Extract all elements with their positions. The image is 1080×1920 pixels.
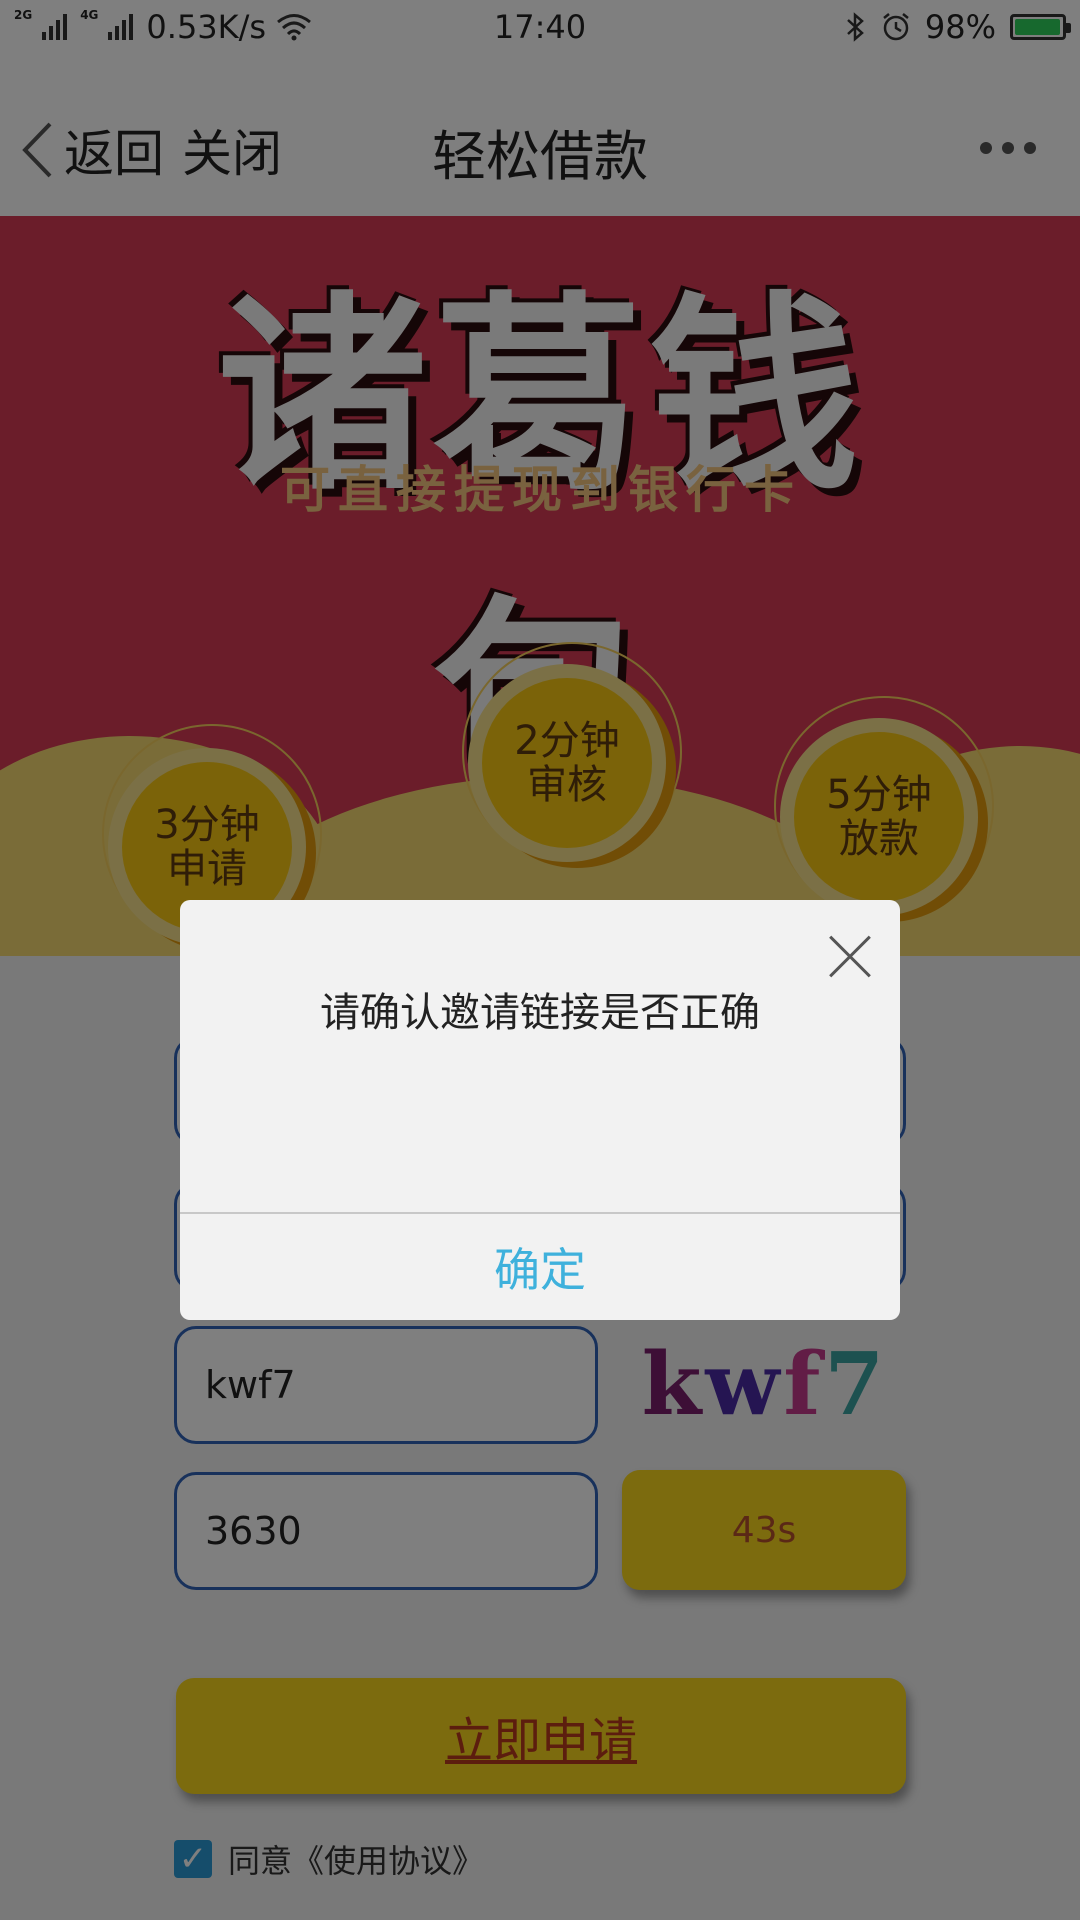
close-icon[interactable]: [826, 934, 872, 980]
confirm-dialog: 请确认邀请链接是否正确 确定: [180, 900, 900, 1320]
confirm-button[interactable]: 确定: [180, 1214, 900, 1320]
dialog-message: 请确认邀请链接是否正确: [320, 990, 760, 1036]
